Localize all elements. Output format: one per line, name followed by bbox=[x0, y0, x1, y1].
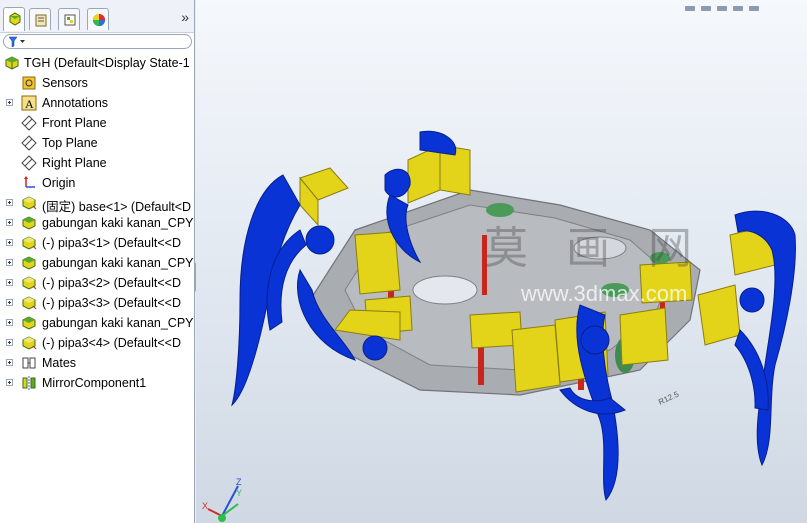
subassembly-icon bbox=[22, 256, 36, 270]
feature-manager-panel: » TGH (Default<Display State-1 Sensors A A… bbox=[0, 0, 195, 523]
configuration-icon bbox=[64, 14, 76, 26]
tree-item[interactable]: Mates bbox=[0, 353, 194, 373]
tree-item-label: Annotations bbox=[42, 96, 109, 110]
tree-item-label: Top Plane bbox=[42, 136, 98, 150]
property-manager-tab[interactable] bbox=[29, 8, 51, 30]
triad-axis-y: Y bbox=[236, 488, 242, 498]
tree-item-label: (-) pipa3<2> (Default<<D bbox=[42, 276, 181, 290]
annotation-icon: A bbox=[21, 95, 37, 111]
base-center-hole bbox=[412, 275, 478, 305]
tree-item-label: (-) pipa3<3> (Default<<D bbox=[42, 296, 181, 310]
tree-item-label: Sensors bbox=[42, 76, 88, 90]
tree-item[interactable]: Front Plane bbox=[0, 113, 194, 133]
plane-icon bbox=[21, 115, 37, 131]
leg-joint bbox=[739, 287, 765, 313]
tree-item-label: (-) pipa3<1> (Default<<D bbox=[42, 236, 181, 250]
tree-item[interactable]: (固定) base<1> (Default<D bbox=[0, 193, 194, 214]
expand-panel-chevron-icon[interactable]: » bbox=[181, 9, 189, 25]
tree-item-label: (-) pipa3<4> (Default<<D bbox=[42, 336, 181, 350]
triad-axis-x: X bbox=[202, 501, 208, 511]
plane-icon bbox=[21, 135, 37, 151]
tree-item[interactable]: A Annotations bbox=[0, 93, 194, 113]
tree-item-label: gabungan kaki kanan_CPY bbox=[42, 216, 194, 230]
expand-toggle-icon[interactable] bbox=[6, 319, 13, 326]
manager-tabs: » bbox=[0, 0, 194, 33]
tree-item[interactable]: Sensors bbox=[0, 73, 194, 93]
leg-joint bbox=[580, 325, 610, 355]
subassembly-icon bbox=[22, 216, 36, 230]
sensor-icon bbox=[22, 76, 36, 90]
tree-item[interactable]: (-) pipa3<1> (Default<<D bbox=[0, 233, 194, 253]
tree-item-label: Front Plane bbox=[42, 116, 107, 130]
tree-item-label: MirrorComponent1 bbox=[42, 376, 147, 390]
tree-item[interactable]: gabungan kaki kanan_CPY bbox=[0, 313, 194, 333]
expand-toggle-icon[interactable] bbox=[6, 279, 13, 286]
leg-joint bbox=[305, 225, 335, 255]
servo bbox=[354, 231, 401, 295]
watermark-url: www.3dmax.com bbox=[521, 281, 688, 306]
part-icon bbox=[22, 196, 37, 210]
tree-item-label: Origin bbox=[42, 176, 76, 190]
tree-root-label: TGH (Default<Display State-1 bbox=[24, 56, 190, 70]
appearance-icon bbox=[93, 14, 105, 26]
tree-item-label: Right Plane bbox=[42, 156, 107, 170]
svg-text:A: A bbox=[25, 97, 34, 111]
tree-item[interactable]: (-) pipa3<4> (Default<<D bbox=[0, 333, 194, 353]
tree-item[interactable]: MirrorComponent1 bbox=[0, 373, 194, 393]
property-icon bbox=[35, 14, 47, 27]
expand-toggle-icon[interactable] bbox=[6, 299, 13, 306]
feature-manager-tab[interactable] bbox=[3, 7, 25, 31]
leg-blue bbox=[384, 168, 411, 198]
triad-axis-z: Z bbox=[236, 477, 242, 487]
graphics-area[interactable]: R12.5 莫 画 网 www.3dmax.com bbox=[196, 0, 807, 523]
tree-item[interactable]: Right Plane bbox=[0, 153, 194, 173]
tree-item[interactable]: (-) pipa3<2> (Default<<D bbox=[0, 273, 194, 293]
mirror-icon bbox=[22, 376, 36, 390]
tree-item-label: Mates bbox=[42, 356, 77, 370]
mates-icon bbox=[22, 357, 36, 369]
part-icon bbox=[22, 276, 37, 290]
tree-root-assembly[interactable]: TGH (Default<Display State-1 bbox=[0, 53, 194, 73]
subassembly-icon bbox=[22, 316, 36, 330]
display-manager-tab[interactable] bbox=[87, 8, 109, 30]
watermark-chinese: 莫 画 网 bbox=[484, 223, 704, 274]
leg-blue bbox=[734, 329, 769, 411]
servo bbox=[619, 307, 669, 366]
expand-toggle-icon[interactable] bbox=[6, 259, 13, 266]
origin-icon bbox=[24, 176, 35, 188]
tree-item[interactable]: (-) pipa3<3> (Default<<D bbox=[0, 293, 194, 313]
expand-toggle-icon[interactable] bbox=[6, 219, 13, 226]
leg-blue bbox=[231, 174, 301, 407]
expand-toggle-icon[interactable] bbox=[6, 359, 13, 366]
leg-joint bbox=[362, 335, 388, 361]
tree-item-label: gabungan kaki kanan_CPY bbox=[42, 256, 194, 270]
feature-tree-icon bbox=[9, 12, 21, 26]
expand-toggle-icon[interactable] bbox=[6, 99, 13, 106]
part-icon bbox=[22, 336, 37, 350]
tree-item[interactable]: gabungan kaki kanan_CPY bbox=[0, 253, 194, 273]
tree-item[interactable]: Top Plane bbox=[0, 133, 194, 153]
part-icon bbox=[22, 296, 37, 310]
expand-toggle-icon[interactable] bbox=[6, 379, 13, 386]
part-icon bbox=[22, 236, 37, 250]
tree-item[interactable]: Origin bbox=[0, 173, 194, 193]
tree-item-label: gabungan kaki kanan_CPY bbox=[42, 316, 194, 330]
tree-filter-input[interactable] bbox=[3, 34, 192, 49]
reference-triad-icon: Z Y X bbox=[202, 477, 242, 522]
assembly-icon bbox=[5, 56, 19, 70]
tree-item[interactable]: gabungan kaki kanan_CPY bbox=[0, 213, 194, 233]
filter-icon bbox=[8, 36, 25, 48]
expand-toggle-icon[interactable] bbox=[6, 339, 13, 346]
servo bbox=[697, 284, 741, 346]
expand-toggle-icon[interactable] bbox=[6, 239, 13, 246]
expand-toggle-icon[interactable] bbox=[6, 199, 13, 206]
plane-icon bbox=[21, 155, 37, 171]
servo bbox=[511, 324, 561, 393]
configuration-manager-tab[interactable] bbox=[58, 8, 80, 30]
servo bbox=[407, 144, 441, 204]
plate-engraving: R12.5 bbox=[657, 389, 681, 406]
